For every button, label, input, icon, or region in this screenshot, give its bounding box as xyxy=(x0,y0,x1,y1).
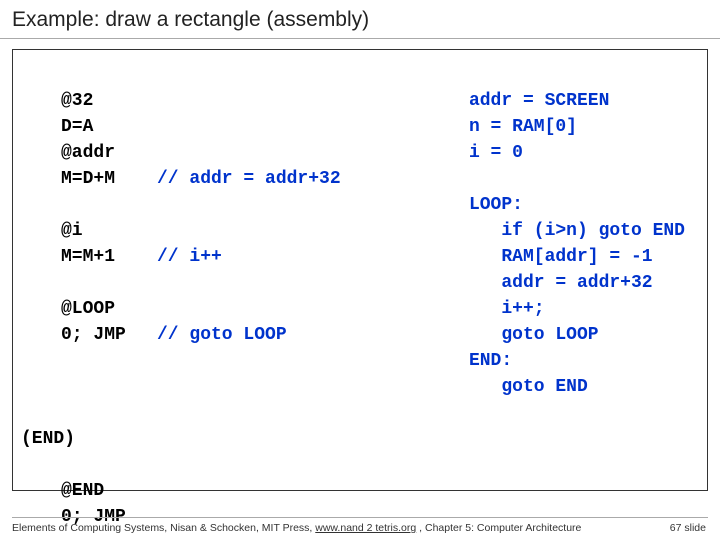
pseudo-line: if (i>n) goto END xyxy=(469,221,685,241)
asm-line: @32 xyxy=(61,91,93,111)
pseudo-line: i = 0 xyxy=(469,143,523,163)
asm-line: 0; JMP xyxy=(61,322,157,348)
assembly-code: @32 D=A @addr M=D+M// addr = addr+32 @i … xyxy=(61,62,341,348)
pseudo-line: addr = SCREEN xyxy=(469,91,609,111)
asm-line: M=D+M xyxy=(61,166,157,192)
pseudocode: addr = SCREEN n = RAM[0] i = 0 LOOP: if … xyxy=(469,62,685,400)
pseudo-line: goto LOOP xyxy=(469,325,599,345)
content-box: @32 D=A @addr M=D+M// addr = addr+32 @i … xyxy=(12,49,708,491)
pseudo-line: n = RAM[0] xyxy=(469,117,577,137)
page-number: 67 slide xyxy=(670,522,706,534)
slide-title: Example: draw a rectangle (assembly) xyxy=(0,0,720,39)
footer-text: , Chapter 5: Computer Architecture xyxy=(416,522,581,534)
asm-line: @LOOP xyxy=(61,299,115,319)
pseudo-line: i++; xyxy=(469,299,545,319)
asm-comment: // goto LOOP xyxy=(157,325,287,345)
end-label: (END) xyxy=(21,426,75,452)
pseudo-line: goto END xyxy=(469,377,588,397)
asm-comment: // i++ xyxy=(157,247,222,267)
pseudo-line: END: xyxy=(469,351,512,371)
pseudo-line: RAM[addr] = -1 xyxy=(469,247,653,267)
pseudo-line: LOOP: xyxy=(469,195,523,215)
asm-line: M=M+1 xyxy=(61,244,157,270)
asm-line: @i xyxy=(61,221,83,241)
pseudo-line: addr = addr+32 xyxy=(469,273,653,293)
asm-line: @addr xyxy=(61,143,115,163)
footer-link[interactable]: www.nand 2 tetris.org xyxy=(315,522,416,534)
footer: Elements of Computing Systems, Nisan & S… xyxy=(12,517,708,534)
asm-line: @END xyxy=(61,481,104,501)
asm-comment: // addr = addr+32 xyxy=(157,169,341,189)
footer-text: Elements of Computing Systems, Nisan & S… xyxy=(12,522,315,534)
asm-line: D=A xyxy=(61,117,93,137)
